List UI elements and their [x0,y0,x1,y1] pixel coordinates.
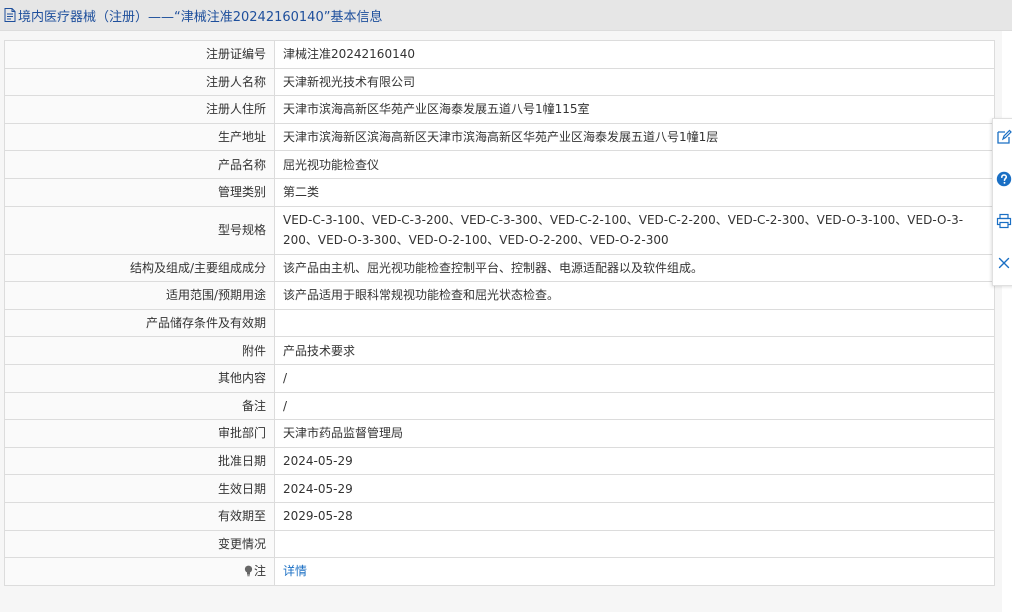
row-label: 注册证编号 [4,40,275,69]
content-panel: 注册证编号 津械注准20242160140 注册人名称 天津新视光技术有限公司 注册… [0,31,1002,612]
row-value: 该产品适用于眼科常规视功能检查和屈光状态检查。 [274,281,995,310]
table-row: 变更情况 [4,529,995,559]
table-row: 生产地址 天津市滨海新区滨海高新区天津市滨海高新区华苑产业区海泰发展五道八号1幢1… [4,122,995,152]
row-value [274,308,995,338]
floating-toolbar [992,118,1012,286]
help-icon[interactable] [996,171,1012,189]
table-row: 型号规格 VED-C-3-100、VED-C-3-200、VED-C-3-300、… [4,205,995,255]
print-icon[interactable] [996,213,1012,231]
row-value: 天津新视光技术有限公司 [274,67,995,97]
table-row: 审批部门 天津市药品监督管理局 [4,419,995,448]
row-value: 产品技术要求 [274,336,995,365]
row-value: 津械注准20242160140 [274,40,995,69]
row-label: 生效日期 [4,474,275,503]
row-label: 生产地址 [4,122,275,152]
row-value [274,529,995,559]
table-row: 有效期至 2029-05-28 [4,501,995,531]
row-label: 批准日期 [4,446,275,476]
row-label: 有效期至 [4,501,275,531]
page-title: 境内医疗器械（注册）——“津械注准20242160140”基本信息 [18,9,383,25]
row-label: 管理类别 [4,177,275,207]
table-row: 结构及组成/主要组成成分 该产品由主机、屈光视功能检查控制平台、控制器、电源适配器… [4,253,995,283]
row-value: 2024-05-29 [274,474,995,503]
row-label: 适用范围/预期用途 [4,281,275,310]
info-table: 注册证编号 津械注准20242160140 注册人名称 天津新视光技术有限公司 注册… [4,40,995,586]
row-label: 注册人住所 [4,95,275,124]
row-value: 天津市药品监督管理局 [274,419,995,448]
table-row: 适用范围/预期用途 该产品适用于眼科常规视功能检查和屈光状态检查。 [4,281,995,310]
lightbulb-icon [244,565,253,577]
table-row: 管理类别 第二类 [4,177,995,207]
row-label: 其他内容 [4,363,275,393]
table-row: 其他内容 / [4,363,995,393]
row-value: 2024-05-29 [274,446,995,476]
row-label: 型号规格 [4,205,275,255]
table-row: 备注 / [4,391,995,421]
row-label: 产品名称 [4,150,275,179]
row-label: 注 [253,564,266,579]
row-value: 天津市滨海高新区华苑产业区海泰发展五道八号1幢115室 [274,95,995,124]
page-title-bar: 境内医疗器械（注册）——“津械注准20242160140”基本信息 [0,0,1012,31]
row-value: VED-C-3-100、VED-C-3-200、VED-C-3-300、VED-… [274,205,995,255]
row-label: 注册人名称 [4,67,275,97]
table-row: 生效日期 2024-05-29 [4,474,995,503]
row-label: 产品储存条件及有效期 [4,308,275,338]
row-value: 第二类 [274,177,995,207]
row-label: 结构及组成/主要组成成分 [4,253,275,283]
row-value: 天津市滨海新区滨海高新区天津市滨海高新区华苑产业区海泰发展五道八号1幢1层 [274,122,995,152]
row-value: / [274,391,995,421]
row-label: 审批部门 [4,419,275,448]
table-row: 注册人住所 天津市滨海高新区华苑产业区海泰发展五道八号1幢115室 [4,95,995,124]
table-row: 产品储存条件及有效期 [4,308,995,338]
table-row: 注册人名称 天津新视光技术有限公司 [4,67,995,97]
note-label-cell: 注 [4,557,275,586]
close-icon[interactable] [996,255,1012,273]
table-row: 批准日期 2024-05-29 [4,446,995,476]
row-value: / [274,363,995,393]
note-value-cell: 详情 [274,557,995,586]
table-row: 附件 产品技术要求 [4,336,995,365]
row-label: 变更情况 [4,529,275,559]
document-icon [4,8,16,22]
details-link[interactable]: 详情 [283,564,307,578]
table-row: 注 详情 [4,557,995,586]
table-row: 注册证编号 津械注准20242160140 [4,40,995,69]
row-value: 屈光视功能检查仪 [274,150,995,179]
table-row: 产品名称 屈光视功能检查仪 [4,150,995,179]
row-label: 附件 [4,336,275,365]
edit-icon[interactable] [996,129,1012,147]
row-value: 该产品由主机、屈光视功能检查控制平台、控制器、电源适配器以及软件组成。 [274,253,995,283]
row-value: 2029-05-28 [274,501,995,531]
row-label: 备注 [4,391,275,421]
